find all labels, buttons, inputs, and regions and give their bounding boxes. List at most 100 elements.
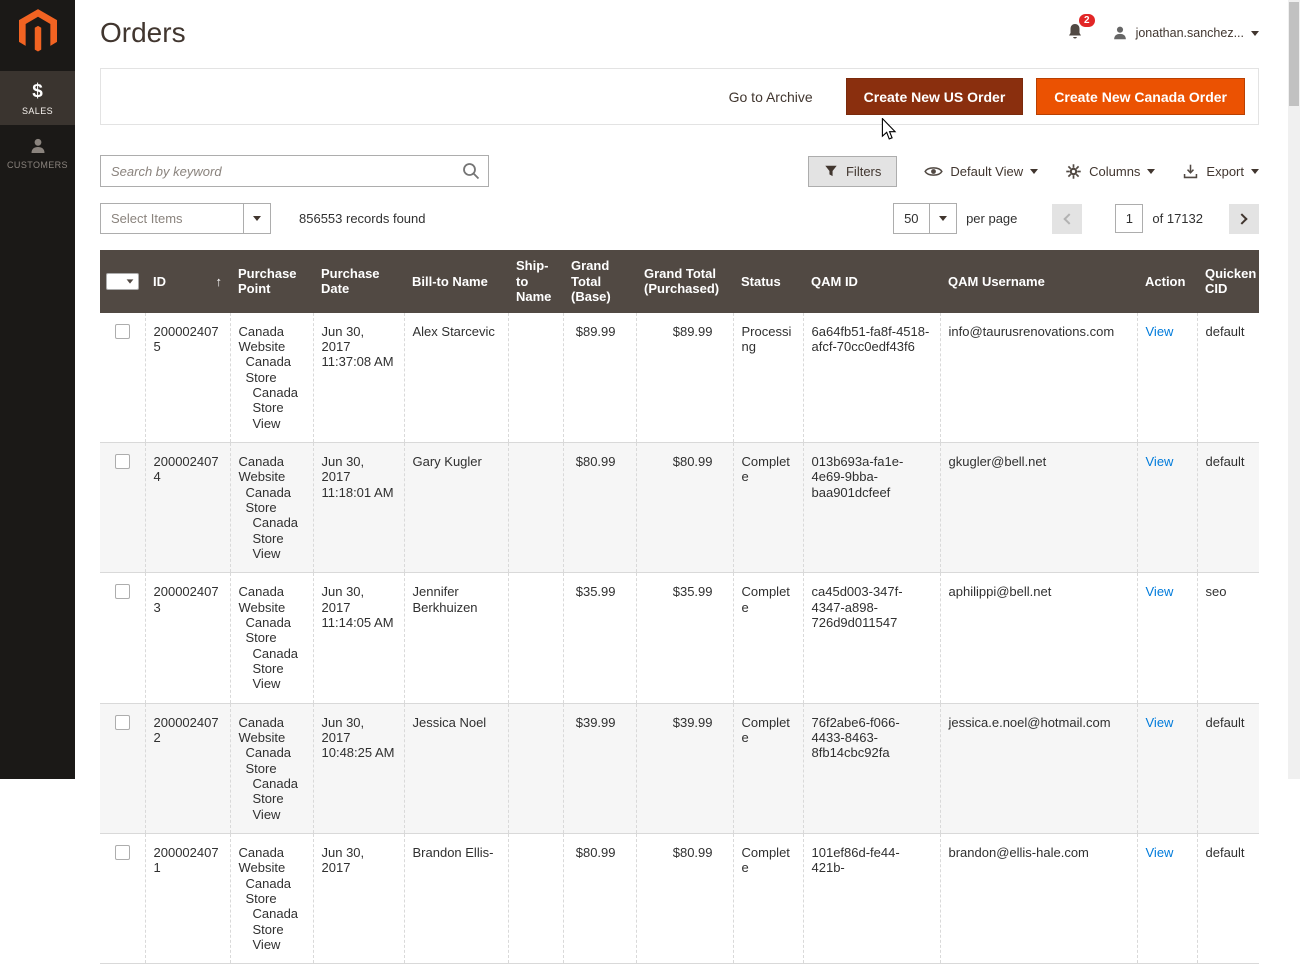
qam-username-cell: info@taurusrenovations.com — [940, 313, 1137, 443]
customers-person-icon — [0, 135, 75, 157]
view-dropdown[interactable]: Default View — [924, 164, 1038, 179]
header-qam-username[interactable]: QAM Username — [940, 250, 1137, 313]
per-page-caret[interactable] — [929, 204, 956, 233]
filters-button[interactable]: Filters — [808, 156, 897, 187]
select-items-dropdown[interactable]: Select Items — [100, 203, 271, 234]
select-items-caret[interactable] — [243, 204, 270, 233]
columns-label: Columns — [1089, 164, 1140, 179]
ship-to-name-cell — [508, 573, 563, 703]
table-row: 2000024072 Canada WebsiteCanada StoreCan… — [100, 703, 1259, 833]
per-page-dropdown[interactable]: 50 — [893, 203, 957, 234]
page-actions-bar: Go to Archive Create New US Order Create… — [100, 68, 1259, 125]
quicken-cid-cell: default — [1197, 703, 1259, 833]
magento-logo-icon — [19, 9, 57, 53]
table-row: 2000024075 Canada WebsiteCanada StoreCan… — [100, 313, 1259, 443]
sidebar: $ SALES CUSTOMERS — [0, 0, 75, 779]
search-button[interactable] — [457, 159, 485, 186]
chevron-right-icon — [1236, 213, 1247, 224]
next-page-button[interactable] — [1229, 204, 1259, 234]
header-purchase-point[interactable]: Purchase Point — [230, 250, 313, 313]
header-grand-total-purchased[interactable]: Grand Total (Purchased) — [636, 250, 733, 313]
records-count: 856553 records found — [299, 211, 425, 226]
export-dropdown[interactable]: Export — [1182, 163, 1259, 180]
sidebar-item-sales[interactable]: $ SALES — [0, 71, 75, 125]
header-bill-to-name[interactable]: Bill-to Name — [404, 250, 508, 313]
select-all-header — [100, 250, 145, 313]
view-link[interactable]: View — [1146, 454, 1174, 469]
purchase-point-line: Canada Website — [239, 324, 305, 355]
view-link[interactable]: View — [1146, 845, 1174, 860]
row-checkbox[interactable] — [115, 324, 130, 339]
previous-page-button[interactable] — [1052, 204, 1082, 234]
search-input[interactable] — [100, 155, 489, 187]
row-checkbox-cell — [100, 703, 145, 833]
orders-table-body: 2000024075 Canada WebsiteCanada StoreCan… — [100, 313, 1259, 964]
pagination: 50 per page of 17132 — [893, 203, 1259, 234]
header-qam-id[interactable]: QAM ID — [803, 250, 940, 313]
purchase-point-line: Canada Store — [239, 354, 305, 385]
view-link[interactable]: View — [1146, 715, 1174, 730]
order-id-cell: 2000024074 — [145, 443, 230, 573]
grand-total-base-cell: $39.99 — [563, 703, 636, 833]
username: jonathan.sanchez... — [1136, 26, 1244, 40]
create-canada-order-button[interactable]: Create New Canada Order — [1036, 78, 1245, 115]
purchase-point-line: Canada Store — [239, 615, 305, 646]
header-id[interactable]: ID ↑ — [145, 250, 230, 313]
go-to-archive-button[interactable]: Go to Archive — [723, 88, 819, 106]
header-quicken-cid[interactable]: Quicken CID — [1197, 250, 1259, 313]
purchase-point-line: Canada Store View — [239, 515, 305, 561]
notifications-button[interactable]: 2 — [1065, 19, 1085, 47]
bill-to-name-cell: Brandon Ellis- — [404, 833, 508, 963]
select-items-label: Select Items — [111, 211, 183, 226]
purchase-point-line: Canada Store — [239, 745, 305, 776]
create-us-order-button[interactable]: Create New US Order — [846, 78, 1024, 115]
row-checkbox[interactable] — [115, 454, 130, 469]
purchase-point-cell: Canada WebsiteCanada StoreCanada Store V… — [230, 833, 313, 963]
purchase-point-cell: Canada WebsiteCanada StoreCanada Store V… — [230, 573, 313, 703]
bill-to-name-cell: Alex Starcevic — [404, 313, 508, 443]
export-label: Export — [1206, 164, 1244, 179]
header-grand-total-base[interactable]: Grand Total (Base) — [563, 250, 636, 313]
ship-to-name-cell — [508, 703, 563, 833]
sidebar-item-customers[interactable]: CUSTOMERS — [0, 125, 75, 179]
page-header: Orders 2 jonathan.sanchez... — [100, 0, 1259, 48]
row-checkbox[interactable] — [115, 715, 130, 730]
view-link[interactable]: View — [1146, 584, 1174, 599]
status-cell: Complete — [733, 703, 803, 833]
header-status[interactable]: Status — [733, 250, 803, 313]
purchase-point-line: Canada Store View — [239, 385, 305, 431]
order-id-cell: 2000024073 — [145, 573, 230, 703]
ship-to-name-cell — [508, 313, 563, 443]
qam-username-cell: brandon@ellis-hale.com — [940, 833, 1137, 963]
scrollbar-thumb[interactable] — [1289, 2, 1299, 106]
eye-icon — [924, 165, 943, 178]
scrollbar[interactable] — [1288, 0, 1300, 779]
quicken-cid-cell: default — [1197, 313, 1259, 443]
chevron-down-icon — [1147, 169, 1155, 174]
row-checkbox[interactable] — [115, 584, 130, 599]
select-all-checkbox[interactable] — [106, 273, 139, 290]
orders-page: $ SALES CUSTOMERS Orders 2 — [0, 0, 1300, 779]
header-ship-to-name[interactable]: Ship-to Name — [508, 250, 563, 313]
grand-total-purchased-cell: $39.99 — [636, 703, 733, 833]
filters-label: Filters — [846, 164, 881, 179]
columns-dropdown[interactable]: Columns — [1065, 163, 1155, 180]
row-checkbox[interactable] — [115, 845, 130, 860]
magento-logo[interactable] — [19, 9, 57, 58]
table-header: ID ↑ Purchase Point Purchase Date Bill-t… — [100, 250, 1259, 313]
qam-username-cell: gkugler@bell.net — [940, 443, 1137, 573]
purchase-point-line: Canada Website — [239, 715, 305, 746]
header-purchase-date[interactable]: Purchase Date — [313, 250, 404, 313]
page-number-input[interactable] — [1115, 204, 1143, 233]
chevron-left-icon — [1064, 213, 1075, 224]
chevron-down-icon — [1030, 169, 1038, 174]
quicken-cid-cell: default — [1197, 443, 1259, 573]
qam-id-cell: 101ef86d-fe44-421b- — [803, 833, 940, 963]
row-checkbox-cell — [100, 313, 145, 443]
table-row: 2000024074 Canada WebsiteCanada StoreCan… — [100, 443, 1259, 573]
order-id-cell: 2000024075 — [145, 313, 230, 443]
per-page-value: 50 — [904, 211, 918, 226]
user-menu[interactable]: jonathan.sanchez... — [1111, 24, 1259, 42]
view-link[interactable]: View — [1146, 324, 1174, 339]
header-action[interactable]: Action — [1137, 250, 1197, 313]
